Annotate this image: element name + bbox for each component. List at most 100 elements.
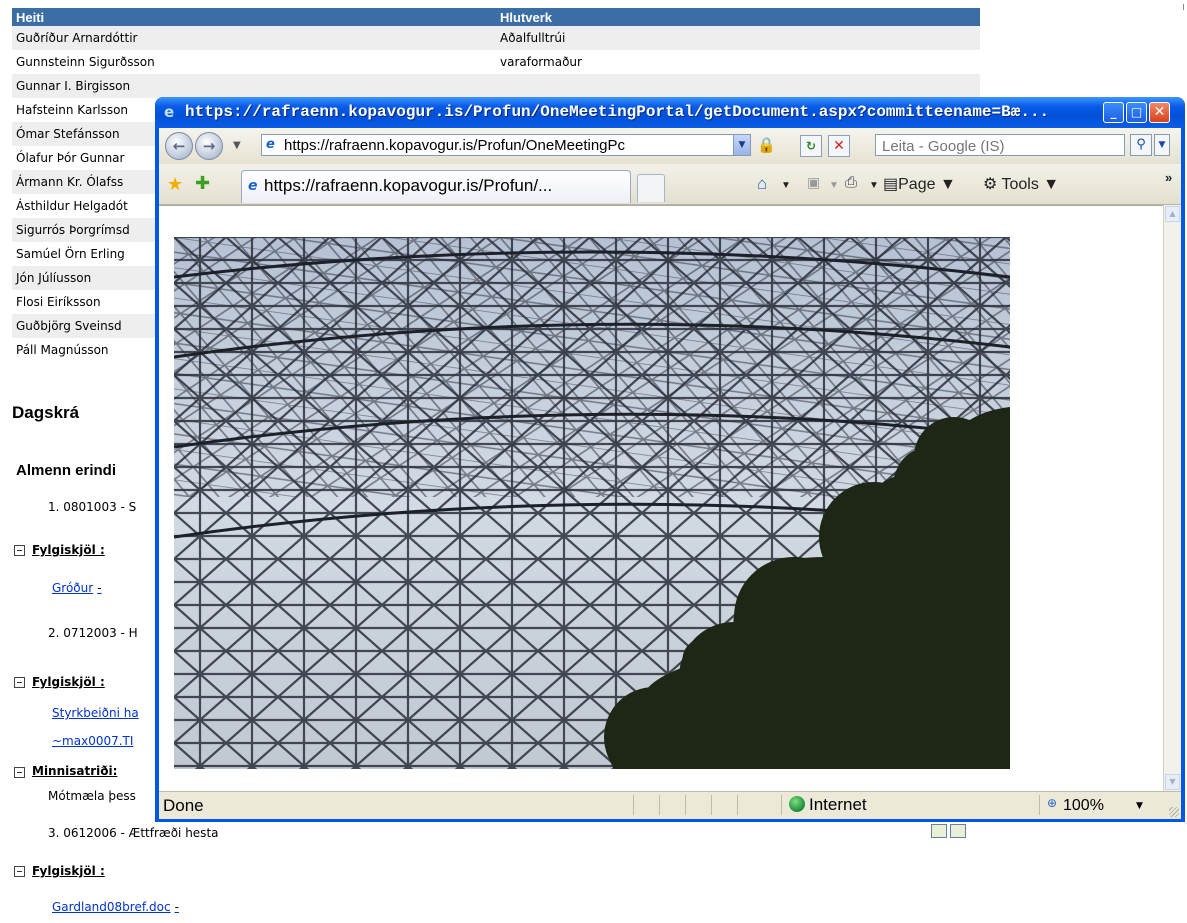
feeds-dropdown-icon[interactable]: ▼	[829, 180, 839, 191]
recent-pages-dropdown-icon[interactable]: ▼	[233, 140, 241, 151]
tools-menu-label: Tools	[1001, 176, 1039, 193]
print-dropdown-icon[interactable]: ▼	[869, 180, 879, 191]
attachments-label[interactable]: Fylgiskjöl :	[32, 864, 105, 878]
search-box[interactable]	[875, 134, 1125, 156]
agenda-section-heading: Almenn erindi	[16, 462, 117, 479]
status-divider	[685, 795, 686, 815]
status-divider	[781, 795, 782, 815]
notes-text: Mótmæla þess	[48, 789, 136, 803]
tools-menu[interactable]: ⚙ Tools ▼	[983, 174, 1059, 194]
search-icon[interactable]: ⚲	[1130, 134, 1152, 156]
page-icon: e	[266, 137, 275, 152]
refresh-button[interactable]: ↻	[800, 135, 822, 157]
member-role: varaformaður	[500, 55, 582, 69]
member-name: Gunnsteinn Sigurðsson	[16, 55, 155, 69]
resize-grip-icon[interactable]	[1169, 807, 1179, 817]
page-menu-label: Page	[898, 176, 936, 193]
maximize-button[interactable]: □	[1126, 102, 1147, 123]
attachment-link[interactable]: ~max0007.TI	[52, 734, 133, 748]
navigation-toolbar: ← → ▼ e https://rafraenn.kopavogur.is/Pr…	[159, 128, 1181, 164]
chevron-more-icon[interactable]: »	[1165, 170, 1172, 185]
attachments-label[interactable]: Fylgiskjöl :	[32, 543, 105, 557]
collapse-toggle-icon[interactable]	[14, 677, 25, 688]
member-role	[496, 74, 980, 98]
attachment-link-text[interactable]: Gardland08bref.doc	[52, 900, 171, 914]
status-divider	[711, 795, 712, 815]
scroll-up-icon[interactable]: ▲	[1165, 206, 1180, 222]
add-favorites-icon[interactable]: ✚	[195, 173, 210, 194]
address-text[interactable]: https://rafraenn.kopavogur.is/Profun/One…	[284, 137, 724, 154]
tab-toolbar: ★ ✚ e https://rafraenn.kopavogur.is/Prof…	[159, 164, 1181, 205]
collapse-toggle-icon[interactable]	[14, 767, 25, 778]
title-bar[interactable]: e https://rafraenn.kopavogur.is/Profun/O…	[155, 97, 1185, 128]
status-divider	[737, 795, 738, 815]
edge-mark	[1183, 4, 1184, 10]
favorites-star-icon[interactable]: ★	[167, 174, 183, 195]
forward-button[interactable]: →	[195, 132, 223, 160]
zoom-dropdown-icon[interactable]: ▼	[1136, 801, 1143, 811]
page-menu[interactable]: ▤Page ▼	[883, 174, 956, 194]
internet-zone-icon	[789, 796, 805, 812]
feeds-icon[interactable]: ▣	[807, 174, 820, 191]
vertical-scrollbar[interactable]: ▲ ▼	[1163, 205, 1181, 791]
address-dropdown-icon[interactable]: ▼	[733, 135, 750, 155]
agenda-item-2: 2. 0712003 - H	[48, 626, 138, 640]
stop-button[interactable]: ✕	[828, 135, 850, 157]
minimize-button[interactable]: _	[1103, 102, 1124, 123]
clipboard-icon[interactable]	[950, 824, 966, 838]
collapse-toggle-icon[interactable]	[14, 866, 25, 877]
back-button[interactable]: ←	[165, 132, 193, 160]
page-icon: e	[248, 178, 258, 194]
home-icon[interactable]: ⌂	[757, 174, 767, 194]
home-dropdown-icon[interactable]: ▼	[781, 180, 791, 191]
status-divider	[1039, 795, 1040, 815]
ie-logo-icon: e	[164, 103, 175, 121]
tab-current[interactable]: e https://rafraenn.kopavogur.is/Profun/.…	[241, 170, 631, 203]
attachment-link[interactable]: Gardland08bref.doc -	[52, 900, 179, 914]
attachment-link[interactable]: Gróður -	[52, 581, 102, 595]
attachment-dash: -	[174, 900, 179, 914]
status-divider	[633, 795, 634, 815]
zoom-level[interactable]: 100%	[1063, 797, 1104, 815]
window-title: https://rafraenn.kopavogur.is/Profun/One…	[185, 103, 1050, 121]
browser-frame: ← → ▼ e https://rafraenn.kopavogur.is/Pr…	[159, 128, 1181, 819]
status-bar: Done Internet ⊕ 100% ▼	[159, 791, 1181, 819]
edit-icon[interactable]	[931, 824, 947, 838]
member-name: Guðríður Arnardóttir	[12, 26, 496, 50]
lock-icon[interactable]: 🔒	[757, 135, 776, 155]
agenda-item-3: 3. 0612006 - Ættfræði hesta	[48, 826, 219, 840]
search-input[interactable]	[880, 136, 1124, 156]
member-name: Gunnar I. Birgisson	[12, 74, 496, 98]
attachment-dash: -	[97, 581, 102, 595]
security-zone-text: Internet	[809, 795, 867, 814]
gear-icon: ⚙	[983, 176, 998, 193]
status-text: Done	[163, 796, 204, 815]
scroll-down-icon[interactable]: ▼	[1165, 774, 1180, 790]
member-role: Aðalfulltrúi	[496, 26, 980, 50]
tab-title: https://rafraenn.kopavogur.is/Profun/...	[264, 176, 553, 195]
search-options-dropdown-icon[interactable]: ▼	[1154, 134, 1170, 156]
document-image	[174, 237, 1010, 769]
zoom-icon[interactable]: ⊕	[1047, 796, 1057, 810]
address-bar[interactable]: e https://rafraenn.kopavogur.is/Profun/O…	[261, 134, 751, 156]
page-menu-icon: ▤	[883, 176, 899, 193]
status-divider	[659, 795, 660, 815]
header-name: Heiti	[12, 8, 496, 26]
agenda-heading: Dagskrá	[12, 403, 80, 422]
attachment-link[interactable]: Styrkbeiðni ha	[52, 706, 139, 720]
close-button[interactable]: ✕	[1149, 102, 1170, 123]
row-action-icons	[931, 824, 973, 840]
print-icon[interactable]: ⎙	[845, 174, 857, 191]
attachment-link-text[interactable]: Gróður	[52, 581, 93, 595]
new-tab-button[interactable]	[637, 174, 665, 202]
table-row: Guðríður Arnardóttir Aðalfulltrúi	[12, 26, 980, 50]
geodesic-dome-photo	[174, 237, 1010, 769]
agenda-item-1: 1. 0801003 - S	[48, 500, 137, 514]
browser-window: e https://rafraenn.kopavogur.is/Profun/O…	[155, 97, 1185, 822]
header-role: Hlutverk	[496, 8, 980, 26]
notes-label[interactable]: Minnisatriði:	[32, 764, 117, 778]
attachments-label[interactable]: Fylgiskjöl :	[32, 675, 105, 689]
collapse-toggle-icon[interactable]	[14, 545, 25, 556]
table-row: Gunnsteinn Sigurðsson varaformaður	[12, 50, 980, 74]
page-viewport[interactable]	[159, 205, 1163, 792]
